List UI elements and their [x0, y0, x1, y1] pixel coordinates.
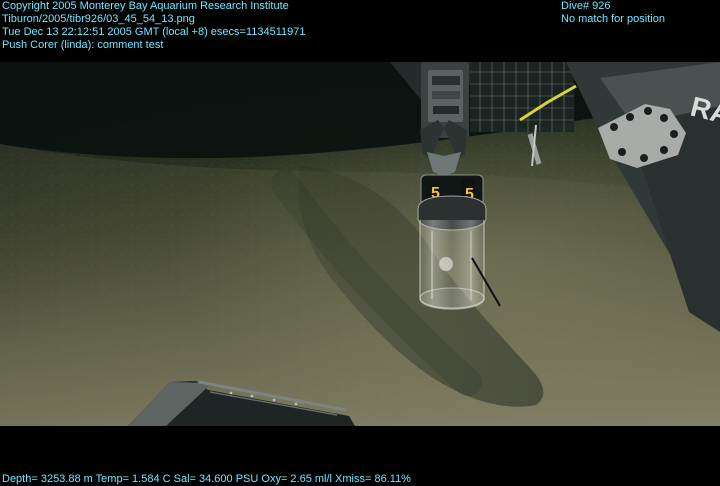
telemetry-overlay: Depth= 3253.88 m Temp= 1.584 C Sal= 34.6… — [2, 473, 411, 486]
dive-number-line: Dive# 926 — [561, 0, 611, 12]
sample-comment-line: Push Corer (linda): comment test — [2, 39, 164, 51]
copyright-line: Copyright 2005 Monterey Bay Aquarium Res… — [2, 0, 289, 12]
seafloor-scene: 5 5 RA — [0, 62, 720, 426]
video-frame: 5 5 RA Copyright 2005 Monterey Bay Aquar… — [0, 0, 720, 486]
image-path-line: Tiburon/2005/tibr926/03_45_54_13.png — [2, 13, 195, 25]
seafloor-image: 5 5 RA — [0, 62, 720, 426]
timestamp-line: Tue Dec 13 22:12:51 2005 GMT (local +8) … — [2, 26, 306, 38]
position-status-line: No match for position — [561, 13, 665, 25]
top-left-overlay: Copyright 2005 Monterey Bay Aquarium Res… — [2, 0, 306, 52]
top-right-overlay: Dive# 926 No match for position — [561, 0, 665, 26]
telemetry-line: Depth= 3253.88 m Temp= 1.584 C Sal= 34.6… — [2, 473, 411, 485]
